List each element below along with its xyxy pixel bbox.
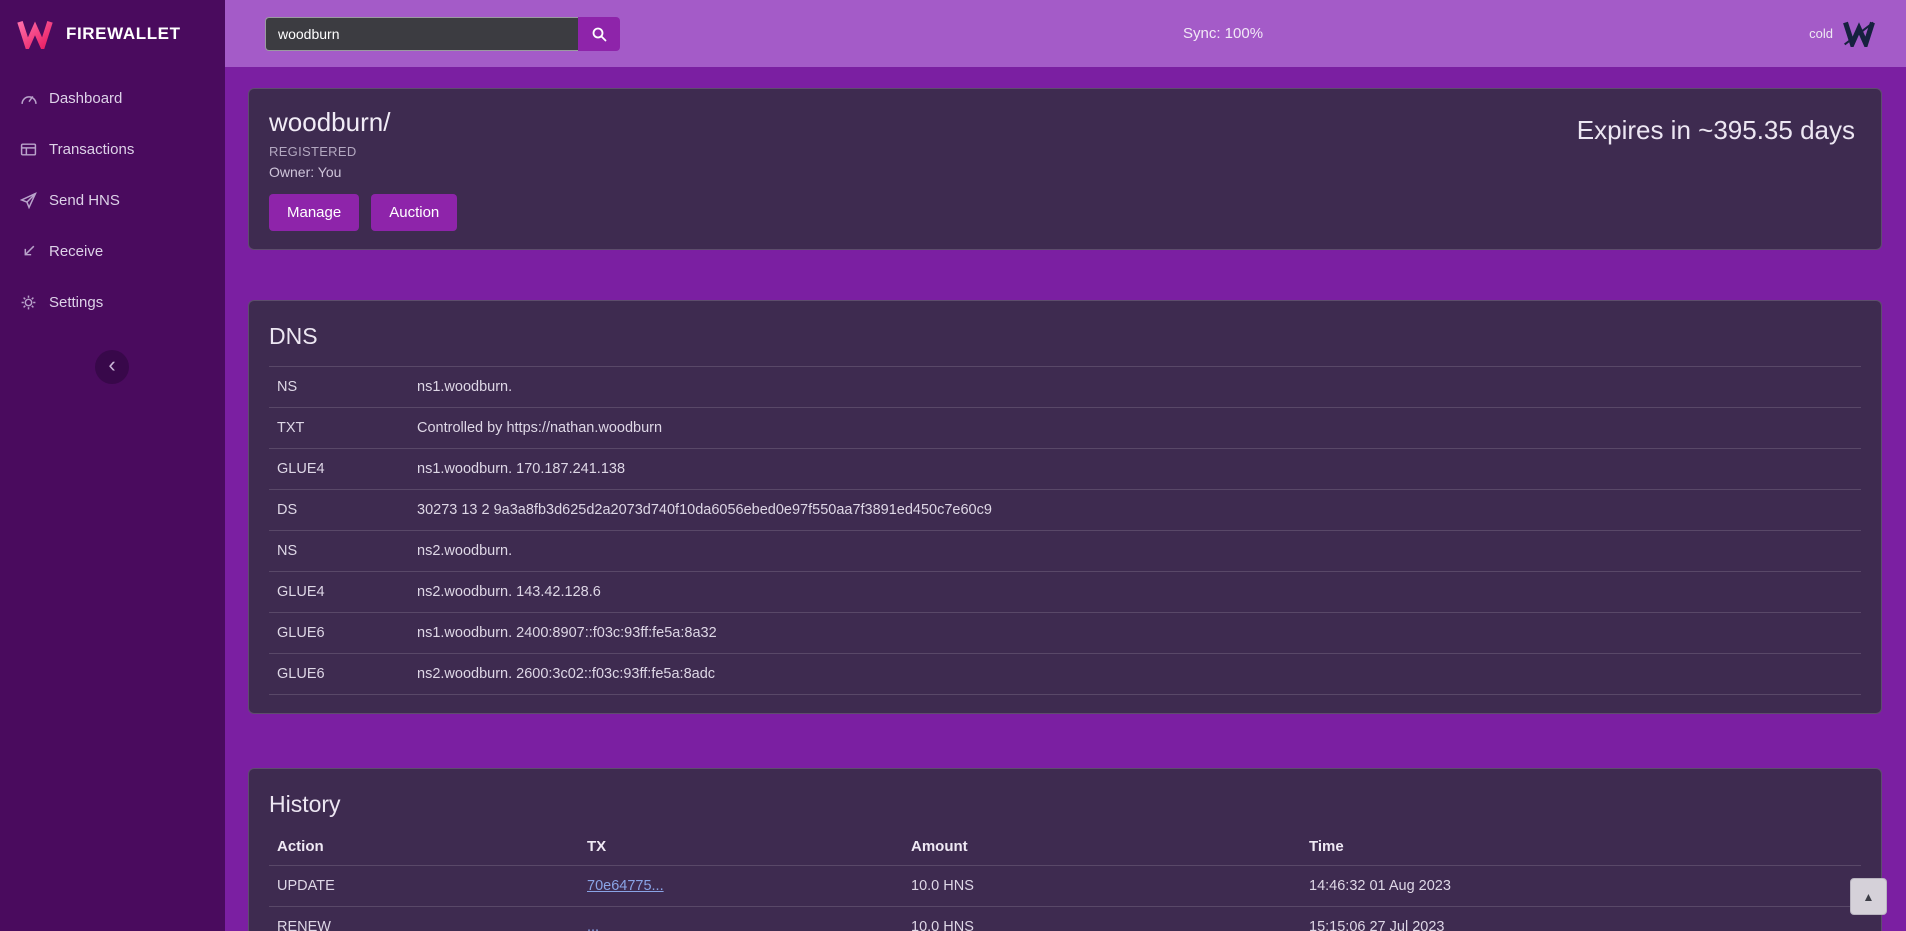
- chevron-left-icon: ‹: [108, 354, 115, 376]
- search-button[interactable]: [578, 17, 620, 51]
- dns-record-type: GLUE4: [269, 572, 409, 613]
- history-amount: 10.0 HNS: [903, 907, 1301, 931]
- firewallet-logo-icon: [16, 19, 54, 49]
- dns-record-value: Controlled by https://nathan.woodburn: [409, 408, 1861, 449]
- dns-record-value: ns2.woodburn. 143.42.128.6: [409, 572, 1861, 613]
- history-time: 15:15:06 27 Jul 2023: [1301, 907, 1861, 931]
- scroll-to-top-button[interactable]: ▲: [1850, 878, 1887, 915]
- main-content: woodburn/ REGISTERED Owner: You Manage A…: [225, 67, 1906, 931]
- dns-record-row: GLUE4 ns1.woodburn. 170.187.241.138: [269, 449, 1861, 490]
- dns-record-type: GLUE4: [269, 449, 409, 490]
- history-col-time: Time: [1301, 828, 1861, 866]
- receive-icon: [20, 243, 37, 260]
- search-group: [265, 17, 620, 51]
- search-input[interactable]: [265, 17, 578, 51]
- dns-table: NS ns1.woodburn. TXT Controlled by https…: [269, 366, 1861, 695]
- sync-status: Sync: 100%: [1183, 0, 1263, 67]
- sidebar-item-label: Send HNS: [49, 192, 120, 209]
- send-icon: [20, 192, 37, 209]
- dns-record-type: NS: [269, 367, 409, 408]
- cold-wallet-icon: [1842, 20, 1876, 47]
- history-amount: 10.0 HNS: [903, 866, 1301, 907]
- tx-link[interactable]: ...: [587, 919, 599, 931]
- gear-icon: [20, 294, 37, 311]
- sidebar-item-label: Settings: [49, 294, 103, 311]
- sidebar-item-settings[interactable]: Settings: [0, 279, 225, 326]
- dns-record-value: ns1.woodburn. 170.187.241.138: [409, 449, 1861, 490]
- sidebar-item-label: Transactions: [49, 141, 134, 158]
- domain-card: woodburn/ REGISTERED Owner: You Manage A…: [248, 88, 1882, 250]
- dns-card: DNS NS ns1.woodburn. TXT Controlled by h…: [248, 300, 1882, 714]
- app-title: FIREWALLET: [66, 24, 181, 44]
- dns-record-value: ns1.woodburn.: [409, 367, 1861, 408]
- chevron-up-icon: ▲: [1863, 890, 1875, 904]
- history-col-amount: Amount: [903, 828, 1301, 866]
- history-header-row: Action TX Amount Time: [269, 828, 1861, 866]
- history-row: RENEW ... 10.0 HNS 15:15:06 27 Jul 2023: [269, 907, 1861, 931]
- history-card-title: History: [269, 791, 1861, 818]
- dns-record-row: GLUE6 ns2.woodburn. 2600:3c02::f03c:93ff…: [269, 654, 1861, 695]
- sidebar-item-transactions[interactable]: Transactions: [0, 126, 225, 173]
- tx-link[interactable]: 70e64775...: [587, 878, 664, 894]
- history-col-action: Action: [269, 828, 579, 866]
- dns-record-row: GLUE6 ns1.woodburn. 2400:8907::f03c:93ff…: [269, 613, 1861, 654]
- history-action: RENEW: [269, 907, 579, 931]
- sidebar-item-dashboard[interactable]: Dashboard: [0, 75, 225, 122]
- dns-record-type: GLUE6: [269, 613, 409, 654]
- search-icon: [591, 26, 607, 42]
- dns-card-title: DNS: [269, 323, 1861, 350]
- dns-record-value: ns1.woodburn. 2400:8907::f03c:93ff:fe5a:…: [409, 613, 1861, 654]
- sidebar: FIREWALLET Dashboard Transactions: [0, 0, 225, 931]
- wallet-mode: cold: [1809, 20, 1876, 47]
- sidebar-item-label: Dashboard: [49, 90, 122, 107]
- wallet-mode-label: cold: [1809, 26, 1833, 41]
- topbar: Sync: 100% cold: [225, 0, 1906, 67]
- history-action: UPDATE: [269, 866, 579, 907]
- history-row: UPDATE 70e64775... 10.0 HNS 14:46:32 01 …: [269, 866, 1861, 907]
- dns-record-type: DS: [269, 490, 409, 531]
- dns-record-row: NS ns2.woodburn.: [269, 531, 1861, 572]
- dns-record-value: ns2.woodburn. 2600:3c02::f03c:93ff:fe5a:…: [409, 654, 1861, 695]
- domain-expiry: Expires in ~395.35 days: [1577, 115, 1855, 146]
- history-table: Action TX Amount Time UPDATE 70e64775...…: [269, 828, 1861, 931]
- domain-status-badge: REGISTERED: [269, 144, 1861, 159]
- manage-button[interactable]: Manage: [269, 194, 359, 231]
- sidebar-item-send-hns[interactable]: Send HNS: [0, 177, 225, 224]
- app-logo[interactable]: FIREWALLET: [0, 0, 225, 67]
- history-card: History Action TX Amount Time UPDATE 70e…: [248, 768, 1882, 931]
- dns-record-type: NS: [269, 531, 409, 572]
- table-icon: [20, 141, 37, 158]
- sidebar-nav: Dashboard Transactions Send HNS: [0, 75, 225, 326]
- dns-record-row: TXT Controlled by https://nathan.woodbur…: [269, 408, 1861, 449]
- dns-record-type: TXT: [269, 408, 409, 449]
- auction-button[interactable]: Auction: [371, 194, 457, 231]
- history-time: 14:46:32 01 Aug 2023: [1301, 866, 1861, 907]
- sidebar-collapse-button[interactable]: ‹: [95, 350, 129, 384]
- domain-owner: Owner: You: [269, 164, 1861, 180]
- dns-record-row: GLUE4 ns2.woodburn. 143.42.128.6: [269, 572, 1861, 613]
- sidebar-item-receive[interactable]: Receive: [0, 228, 225, 275]
- sidebar-item-label: Receive: [49, 243, 103, 260]
- dns-record-row: DS 30273 13 2 9a3a8fb3d625d2a2073d740f10…: [269, 490, 1861, 531]
- dns-record-row: NS ns1.woodburn.: [269, 367, 1861, 408]
- dns-record-value: ns2.woodburn.: [409, 531, 1861, 572]
- dns-record-type: GLUE6: [269, 654, 409, 695]
- dns-record-value: 30273 13 2 9a3a8fb3d625d2a2073d740f10da6…: [409, 490, 1861, 531]
- domain-actions: Manage Auction: [269, 194, 1861, 231]
- dashboard-icon: [20, 90, 37, 107]
- history-col-tx: TX: [579, 828, 903, 866]
